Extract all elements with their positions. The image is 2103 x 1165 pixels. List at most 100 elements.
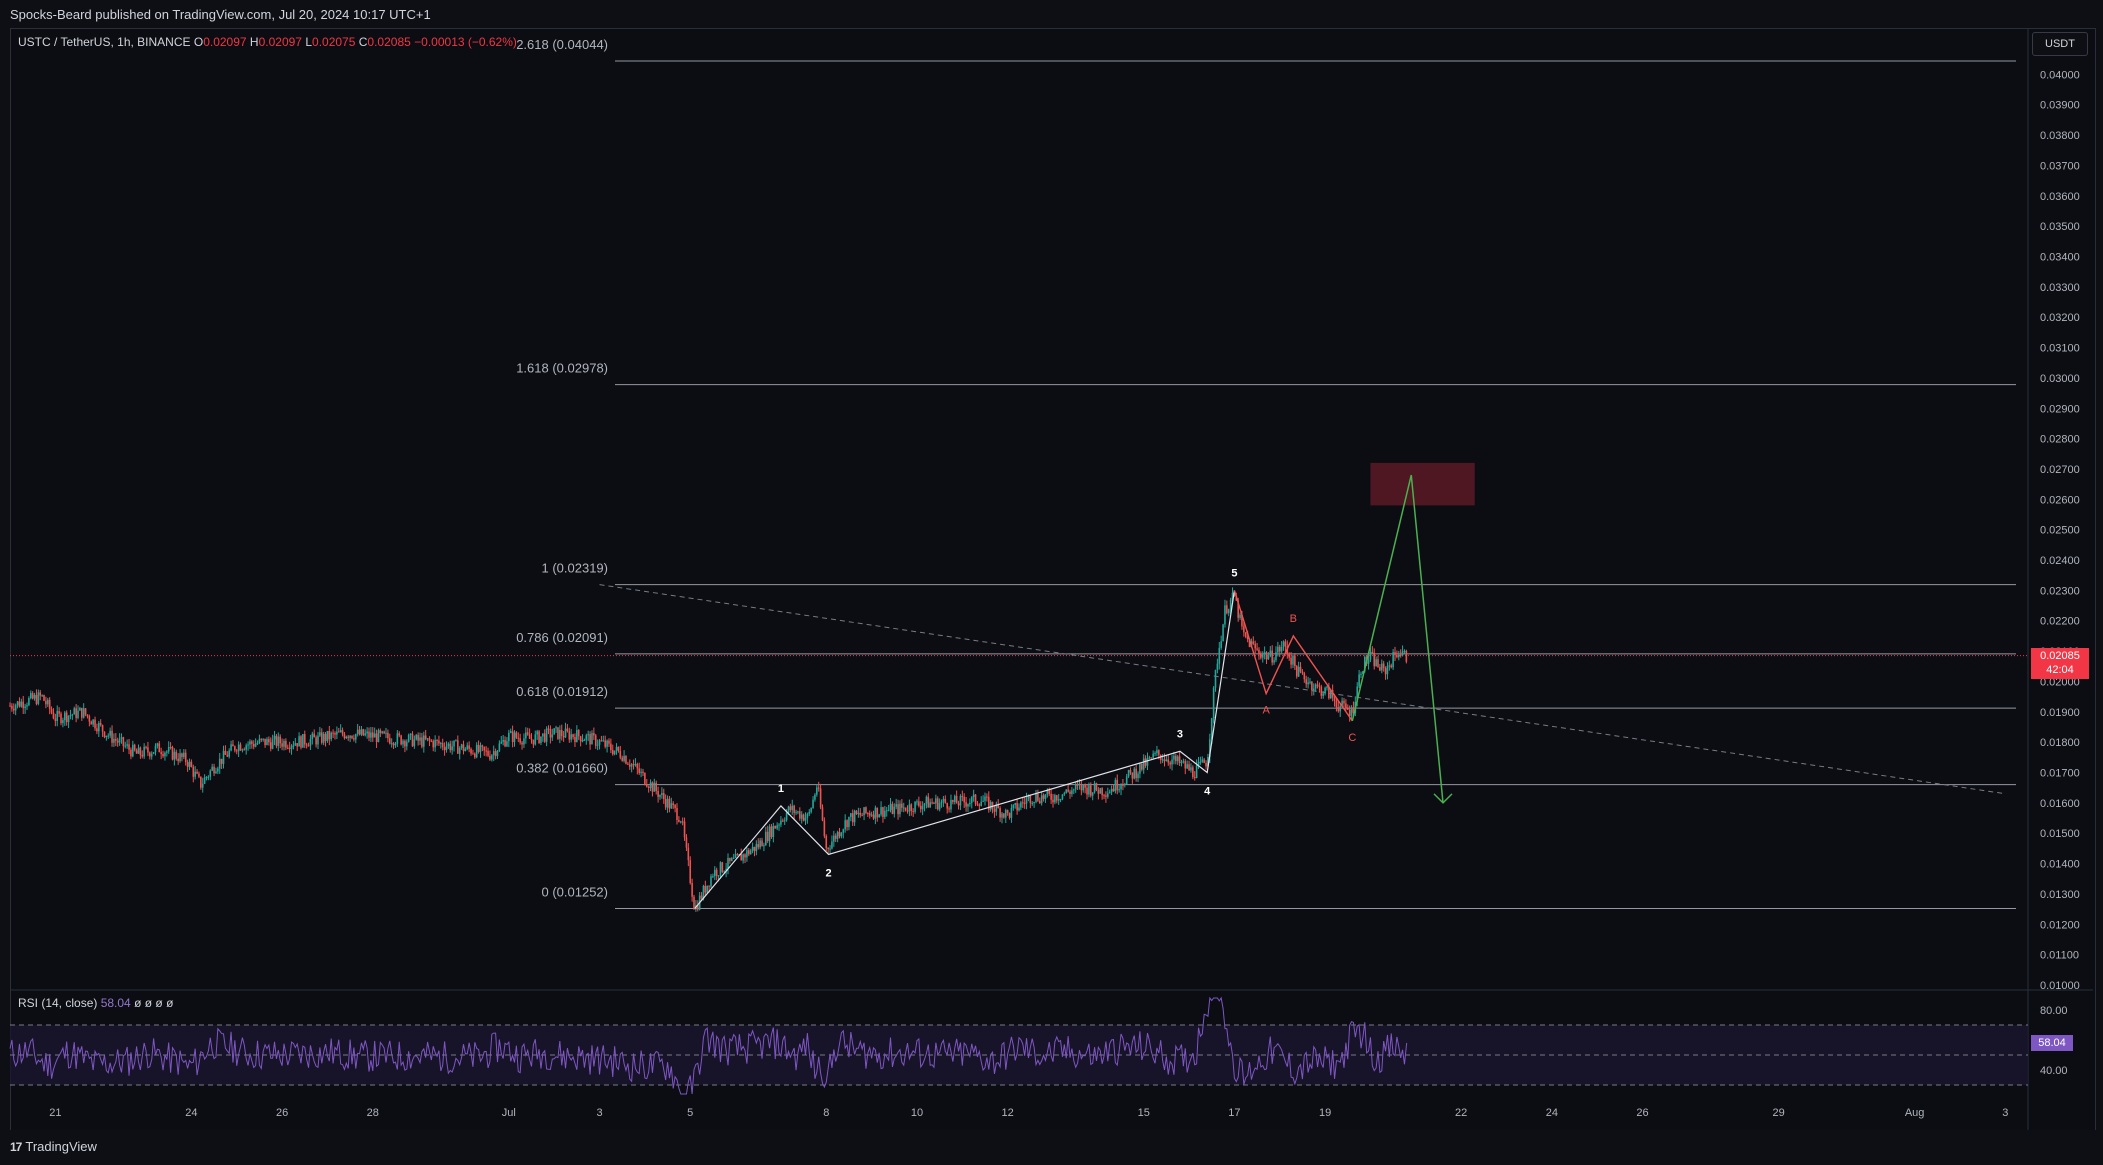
candle-body [320,732,323,743]
candle-body [149,752,151,757]
change-value: −0.00013 (−0.62%) [414,35,517,49]
candle-body [1018,807,1020,811]
candle-body [491,755,493,760]
candle-body [383,731,385,734]
candle-body [11,705,13,709]
candle-body [621,757,624,761]
candle-body [1088,785,1090,795]
candle-body [381,731,384,734]
price-tick-label: 0.01500 [2040,828,2080,840]
candle-body [1040,795,1043,804]
candle-body [708,885,710,887]
candle-body [273,735,276,740]
candle-body [243,749,246,751]
candle-body [884,810,886,817]
candle-body [819,788,822,808]
high-value: 0.02097 [258,35,302,49]
candle-body [81,707,83,718]
candle-body [574,737,576,743]
candle-body [610,743,612,751]
dashed-trendline [599,584,2006,795]
candle-body [294,743,297,746]
candle-body [1110,788,1113,793]
candle-body [1256,648,1258,650]
candle-body [1290,657,1292,665]
candle-body [825,835,828,849]
candle-body [1182,761,1185,763]
candle-body [434,739,436,748]
price-tick-label: 0.04000 [2040,69,2080,81]
candle-body [853,810,856,823]
candle-body [249,741,251,745]
candle-body [145,746,147,748]
candle-body [20,701,23,707]
candle-body [508,732,510,742]
candle-body [1176,756,1179,762]
candle-body [938,803,941,810]
candle-body [1184,761,1187,769]
candle-body [935,798,937,804]
candle-body [963,796,966,803]
candle-body [613,750,616,755]
candle-body [1214,669,1217,688]
candle-body [734,854,737,858]
candle-body [409,733,412,735]
candle-body [169,746,172,748]
rsi-legend-value: 58.04 [100,996,131,1010]
fibonacci-levels: 2.618 (0.04044) 1.618 (0.02978) 1 (0.02319… [10,37,2028,910]
bar-countdown: 42:04 [2046,664,2074,676]
candle-body [337,731,340,733]
price-tick-label: 0.01100 [2040,950,2079,962]
candle-body [519,738,521,743]
time-tick-label: 19 [1319,1107,1331,1119]
currency-button[interactable]: USDT [2032,32,2088,56]
candle-body [1001,813,1003,818]
candle-body [986,796,988,798]
tradingview-logo-icon: 17 [10,1139,22,1154]
candle-body [895,804,897,807]
candle-body [1375,659,1377,667]
candle-body [1252,641,1255,644]
candle-body [808,811,811,814]
tradingview-brand[interactable]: 17 TradingView [10,1139,97,1154]
candle-body [455,740,457,742]
candle-body [330,732,333,740]
price-chart[interactable]: 2.618 (0.04044) 1.618 (0.02978) 1 (0.02319… [0,0,2103,1165]
candle-body [644,772,646,785]
candle-body [209,770,212,777]
candle-body [999,808,1001,818]
candle-body [1142,758,1145,770]
candle-body [1386,665,1389,675]
candle-body [929,802,931,808]
impulse-wave-path [694,590,1235,909]
candle-body [970,796,973,803]
candle-body [1346,708,1349,710]
candle-body [591,733,593,745]
candle-body [1343,700,1345,704]
candle-body [1205,762,1207,767]
candle-body [220,758,223,764]
candle-body [611,750,614,755]
candle-body [1405,650,1408,662]
candle-body [115,738,117,741]
candle-body [46,699,49,705]
candle-body [604,740,606,747]
candle-body [1127,769,1130,777]
candle-body [831,841,833,849]
candle-body [1086,787,1088,795]
candle-body [275,735,278,746]
candle-body [277,736,280,746]
candle-body [1380,663,1383,671]
candle-body [286,747,289,749]
candle-body [799,811,801,819]
candle-body [1318,685,1321,687]
candle-body [1275,652,1277,661]
candle-body [812,799,814,809]
candle-body [916,801,918,803]
candle-body [26,705,28,707]
candle-body [1057,799,1060,801]
candle-body [1156,750,1158,754]
candle-body [791,805,794,810]
candle-body [1288,654,1291,658]
candle-body [1305,679,1308,685]
